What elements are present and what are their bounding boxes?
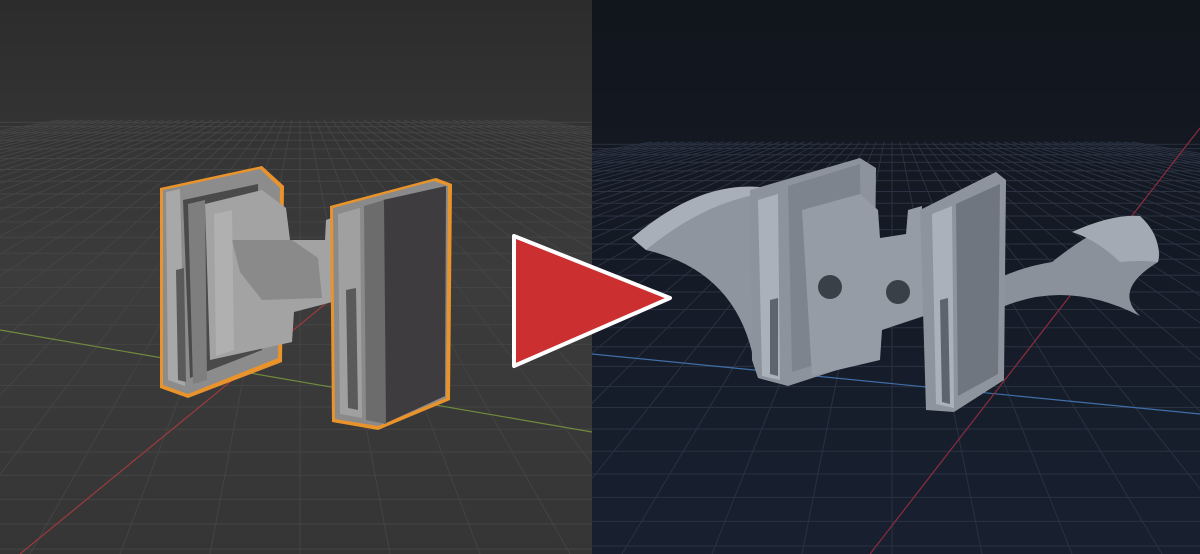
mounting-hole-right <box>886 280 910 304</box>
before-scene <box>0 0 592 554</box>
play-triangle-icon <box>510 232 676 370</box>
after-scene <box>592 0 1200 554</box>
comparison-stage <box>0 0 1200 554</box>
after-viewport <box>592 0 1200 554</box>
before-viewport <box>0 0 592 554</box>
mounting-hole-left <box>818 275 842 299</box>
